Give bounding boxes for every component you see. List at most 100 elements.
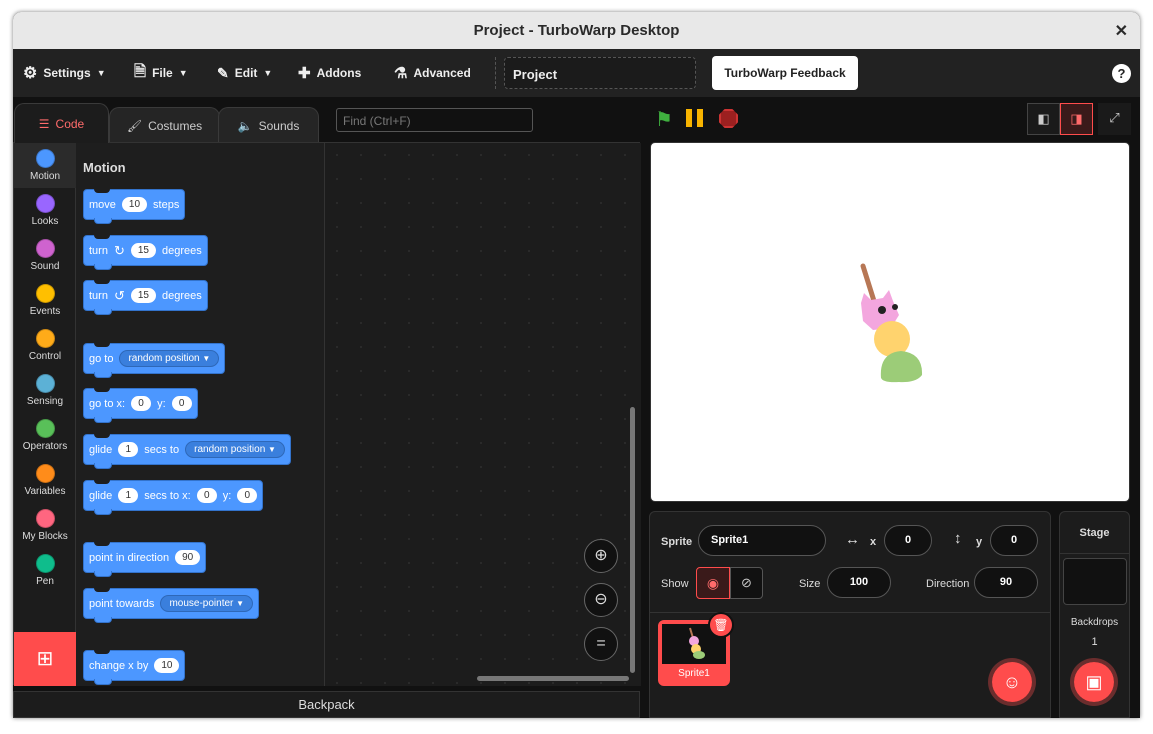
block-text: move: [89, 198, 116, 211]
advanced-icon: ⚗: [394, 65, 408, 82]
pause-icon[interactable]: [686, 109, 703, 127]
file-menu[interactable]: 🗎 File ▼: [134, 63, 188, 83]
change-x-block[interactable]: change x by 10: [83, 650, 186, 685]
stage-selector[interactable]: Stage Backdrops 1 ▣: [1059, 511, 1130, 718]
turn-right-block[interactable]: turn ↻ 15 degrees: [83, 235, 208, 270]
category-label: Operators: [22, 441, 68, 452]
find-input[interactable]: Find (Ctrl+F): [336, 108, 533, 132]
block-text: degrees: [162, 289, 202, 302]
tab-code[interactable]: ☰ Code: [14, 103, 109, 143]
close-icon[interactable]: ✕: [1115, 21, 1128, 41]
size-label: Size: [799, 578, 821, 590]
workspace-vertical-scrollbar[interactable]: [630, 407, 635, 673]
block-text: change x by: [89, 659, 149, 672]
backdrop-thumbnail: [1063, 558, 1127, 605]
category-operators[interactable]: Operators: [14, 413, 76, 458]
steps-input[interactable]: 10: [121, 197, 148, 212]
sprite-name-input[interactable]: Sprite1: [698, 525, 826, 556]
y-input[interactable]: 0: [990, 525, 1038, 556]
add-sprite-cat-icon[interactable]: ☺: [988, 658, 1036, 706]
size-input[interactable]: 100: [827, 567, 891, 598]
category-motion[interactable]: Motion: [14, 143, 76, 188]
stage-title: Stage: [1060, 512, 1129, 554]
show-visible-icon[interactable]: ◉: [696, 567, 730, 599]
add-backdrop-image-icon[interactable]: ▣: [1070, 658, 1118, 706]
go-to-xy-block[interactable]: go to x: 0 y: 0: [83, 388, 198, 423]
category-label: Sensing: [26, 396, 64, 407]
fullscreen-icon[interactable]: ⤢: [1098, 103, 1131, 135]
settings-label: Settings: [43, 66, 91, 80]
target-dropdown[interactable]: mouse-pointer ▼: [160, 595, 254, 612]
edit-menu[interactable]: ✎ Edit ▼: [217, 63, 272, 83]
chevron-down-icon: ▼: [236, 599, 245, 608]
script-workspace[interactable]: ⊕ ⊖ =: [325, 143, 641, 686]
move-steps-block[interactable]: move 10 steps: [83, 189, 186, 224]
workspace-horizontal-scrollbar[interactable]: [477, 676, 629, 681]
tab-costumes[interactable]: 🖌 Costumes: [109, 107, 220, 143]
stop-icon[interactable]: [719, 109, 738, 128]
degrees-input[interactable]: 15: [130, 243, 156, 258]
block-text: degrees: [162, 244, 202, 257]
target-dropdown[interactable]: random position ▼: [185, 441, 285, 458]
degrees-input[interactable]: 15: [130, 288, 156, 303]
file-label: File: [152, 66, 173, 80]
editor-body: ☰ Code 🖌 Costumes 🔈 Sounds Find (Ctrl+F)…: [13, 97, 1140, 718]
advanced-menu[interactable]: ⚗ Advanced: [394, 63, 471, 83]
zoom-in-icon[interactable]: ⊕: [584, 539, 618, 573]
hide-eye-icon[interactable]: ⊘: [730, 567, 763, 599]
category-dot: [35, 329, 55, 348]
point-towards-block[interactable]: point towards mouse-pointer ▼: [83, 588, 260, 623]
turn-left-block[interactable]: turn ↺ 15 degrees: [83, 280, 208, 315]
glide-xy-block[interactable]: glide 1 secs to x: 0 y: 0: [83, 480, 264, 515]
y-input[interactable]: 0: [171, 396, 192, 411]
x-input[interactable]: 0: [884, 525, 932, 556]
direction-input[interactable]: 90: [974, 567, 1038, 598]
category-pen[interactable]: Pen: [14, 548, 76, 593]
add-extension-button[interactable]: ⊞: [14, 632, 76, 686]
point-direction-block[interactable]: point in direction 90: [83, 542, 207, 577]
stage-canvas[interactable]: [650, 142, 1130, 502]
category-dot: [35, 464, 55, 483]
go-to-block[interactable]: go to random position ▼: [83, 343, 226, 378]
direction-input[interactable]: 90: [175, 550, 201, 565]
category-control[interactable]: Control: [14, 323, 76, 368]
small-stage-icon[interactable]: ◧: [1027, 103, 1060, 135]
glide-block[interactable]: glide 1 secs to random position ▼: [83, 434, 291, 469]
block-text: secs to x:: [144, 489, 191, 502]
x-input[interactable]: 0: [196, 488, 217, 503]
category-sensing[interactable]: Sensing: [14, 368, 76, 413]
block-text: steps: [153, 198, 180, 211]
x-input[interactable]: 0: [131, 396, 152, 411]
feedback-button[interactable]: TurboWarp Feedback: [712, 56, 858, 90]
y-input[interactable]: 0: [237, 488, 258, 503]
target-dropdown[interactable]: random position ▼: [119, 350, 220, 367]
zoom-reset-icon[interactable]: =: [584, 627, 618, 661]
sprite-info: Sprite Sprite1 ↔ x 0 ↕ y 0 Show ◉ ⊘ Size…: [650, 512, 1050, 613]
project-name-input[interactable]: Project: [504, 57, 696, 89]
green-flag-icon[interactable]: ⚑: [655, 107, 673, 132]
backpack-bar[interactable]: Backpack: [13, 691, 640, 718]
block-text: go to x:: [89, 397, 126, 410]
category-looks[interactable]: Looks: [14, 188, 76, 233]
chevron-down-icon: ▼: [268, 445, 276, 454]
gear-icon: ⚙: [23, 65, 38, 82]
block-text: glide: [89, 443, 113, 456]
category-events[interactable]: Events: [14, 278, 76, 323]
settings-menu[interactable]: ⚙ Settings ▼: [23, 63, 106, 83]
category-label: Sound: [30, 261, 60, 272]
category-my-blocks[interactable]: My Blocks: [14, 503, 76, 548]
secs-input[interactable]: 1: [118, 442, 139, 457]
normal-stage-icon[interactable]: ◨: [1060, 103, 1093, 135]
addons-menu[interactable]: ✚ Addons: [298, 63, 361, 83]
zoom-out-icon[interactable]: ⊖: [584, 583, 618, 617]
block-text: y:: [157, 397, 166, 410]
category-variables[interactable]: Variables: [14, 458, 76, 503]
tab-sounds[interactable]: 🔈 Sounds: [218, 107, 319, 143]
change-input[interactable]: 10: [154, 658, 180, 673]
delete-sprite-trash-icon[interactable]: 🗑: [708, 612, 734, 638]
category-sound[interactable]: Sound: [14, 233, 76, 278]
help-icon[interactable]: ?: [1112, 64, 1131, 83]
dropdown-label: random position: [194, 444, 266, 455]
category-dot: [35, 509, 55, 528]
secs-input[interactable]: 1: [118, 488, 139, 503]
